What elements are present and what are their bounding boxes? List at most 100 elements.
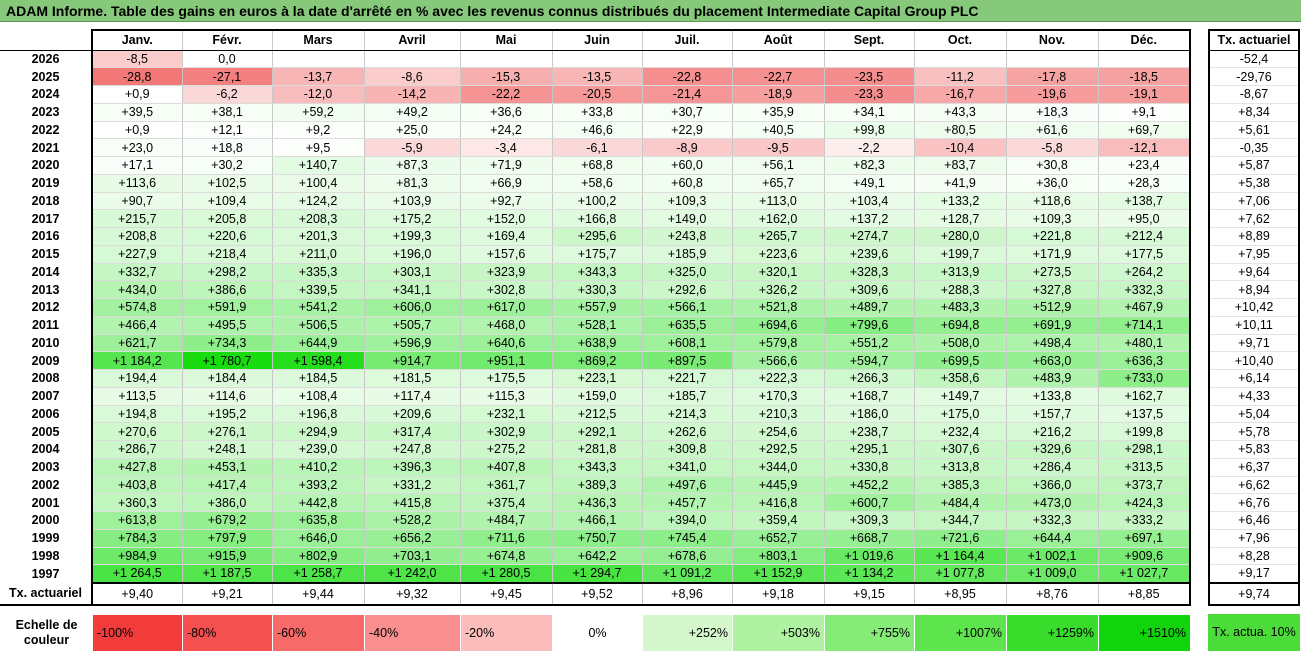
- summary-rate-cell: +8,95: [914, 582, 1007, 606]
- gain-cell: +621,7: [91, 334, 183, 353]
- gain-cell: -8,5: [91, 50, 183, 69]
- gain-cell: +343,3: [552, 458, 643, 477]
- actuarial-rate-cell: +8,34: [1208, 103, 1300, 122]
- actuarial-scale-label: Tx. actua. 10%: [1208, 614, 1300, 651]
- summary-row: Tx. actuariel +9,40 +9,21 +9,44 +9,32 +9,45 +9…: [0, 582, 1191, 606]
- gain-cell: +286,7: [91, 440, 183, 459]
- gain-cell: +512,9: [1006, 298, 1099, 317]
- gain-cell: +694,6: [732, 316, 825, 335]
- gain-cell: +83,7: [914, 156, 1007, 175]
- gain-cell: +869,2: [552, 351, 643, 370]
- gain-cell: +58,6: [552, 174, 643, 193]
- gain-cell: +694,8: [914, 316, 1007, 335]
- gain-cell: +403,8: [91, 476, 183, 495]
- gain-cell: +12,1: [182, 121, 273, 140]
- summary-rate-cell: +8,96: [642, 582, 733, 606]
- gain-cell: +49,1: [824, 174, 915, 193]
- gain-cell: +212,4: [1098, 227, 1191, 246]
- gain-cell: +196,8: [272, 405, 365, 424]
- gain-cell: +442,8: [272, 493, 365, 512]
- gain-cell: +909,6: [1098, 547, 1191, 566]
- gain-cell: +25,0: [364, 121, 461, 140]
- year-label: 2018: [31, 193, 60, 208]
- gain-cell: [732, 50, 825, 69]
- gain-cell: +30,2: [182, 156, 273, 175]
- gain-cell: +175,0: [914, 405, 1007, 424]
- gain-cell: -16,7: [914, 85, 1007, 104]
- gain-cell: +210,3: [732, 405, 825, 424]
- gain-cell: +434,0: [91, 280, 183, 299]
- actuarial-rate-cell: +5,38: [1208, 174, 1300, 193]
- table-row: 2007 +113,5 +114,6 +108,4 +117,4 +115,3 +159,0…: [0, 387, 1191, 406]
- month-header: Juin: [552, 29, 643, 51]
- gain-cell: +635,8: [272, 511, 365, 530]
- gain-cell: +108,4: [272, 387, 365, 406]
- table-row: 2011 +466,4 +495,5 +506,5 +505,7 +468,0 +528,1…: [0, 316, 1191, 335]
- gain-cell: +721,6: [914, 529, 1007, 548]
- summary-rate-cell: +9,52: [552, 582, 643, 606]
- gain-cell: +80,5: [914, 121, 1007, 140]
- gain-cell: +326,2: [732, 280, 825, 299]
- table-row: 2022 +0,9 +12,1 +9,2 +25,0 +24,2 +46,6 +22,9 +40…: [0, 121, 1191, 140]
- gain-cell: +41,9: [914, 174, 1007, 193]
- gain-cell: +1 187,5: [182, 564, 273, 584]
- year-label: 2020: [31, 158, 60, 173]
- gain-cell: +394,0: [642, 511, 733, 530]
- gain-cell: +0,9: [91, 85, 183, 104]
- gain-cell: +194,8: [91, 405, 183, 424]
- gain-cell: +711,6: [460, 529, 553, 548]
- month-header: Juil.: [642, 29, 733, 51]
- gain-cell: +1 009,0: [1006, 564, 1099, 584]
- gain-cell: +541,2: [272, 298, 365, 317]
- gain-cell: +33,8: [552, 103, 643, 122]
- gain-cell: +473,0: [1006, 493, 1099, 512]
- gain-cell: +566,6: [732, 351, 825, 370]
- gain-cell: +646,0: [272, 529, 365, 548]
- gain-cell: +239,6: [824, 245, 915, 264]
- gain-cell: +551,2: [824, 334, 915, 353]
- gain-cell: +750,7: [552, 529, 643, 548]
- gain-cell: +332,3: [1098, 280, 1191, 299]
- gain-cell: +24,2: [460, 121, 553, 140]
- gain-cell: +273,5: [1006, 263, 1099, 282]
- gain-cell: +162,7: [1098, 387, 1191, 406]
- gain-cell: +330,3: [552, 280, 643, 299]
- table-row: 2017 +215,7 +205,8 +208,3 +175,2 +152,0 +166,8…: [0, 209, 1191, 228]
- gain-cell: +221,8: [1006, 227, 1099, 246]
- table-row: 2026 -8,5 0,0: [0, 50, 1191, 69]
- gain-cell: +65,7: [732, 174, 825, 193]
- gain-cell: +445,9: [732, 476, 825, 495]
- gain-cell: [1006, 50, 1099, 69]
- actuarial-rate-cell: +9,71: [1208, 334, 1300, 353]
- actuarial-rate-cell: -29,76: [1208, 67, 1300, 86]
- gain-cell: +484,4: [914, 493, 1007, 512]
- gain-cell: +613,8: [91, 511, 183, 530]
- gain-cell: -11,2: [914, 67, 1007, 86]
- gain-cell: +280,0: [914, 227, 1007, 246]
- gain-cell: +195,2: [182, 405, 273, 424]
- gain-cell: +489,7: [824, 298, 915, 317]
- gain-cell: +330,8: [824, 458, 915, 477]
- gain-cell: +1 002,1: [1006, 547, 1099, 566]
- gain-cell: -8,6: [364, 67, 461, 86]
- month-header: Janv.: [91, 29, 183, 51]
- actuarial-rate-cell: +10,40: [1208, 351, 1300, 370]
- gain-cell: +679,2: [182, 511, 273, 530]
- gain-cell: +734,3: [182, 334, 273, 353]
- gain-cell: -5,9: [364, 138, 461, 157]
- year-label: 2024: [31, 87, 60, 102]
- gain-cell: +22,9: [642, 121, 733, 140]
- gain-cell: +60,0: [642, 156, 733, 175]
- table-row: 2023 +39,5 +38,1 +59,2 +49,2 +36,6 +33,8 +30,7 +…: [0, 103, 1191, 122]
- gain-cell: +205,8: [182, 209, 273, 228]
- gain-cell: +307,6: [914, 440, 1007, 459]
- gain-cell: +109,4: [182, 192, 273, 211]
- year-label: 1997: [31, 566, 60, 581]
- gain-cell: +117,4: [364, 387, 461, 406]
- gain-cell: +483,3: [914, 298, 1007, 317]
- gain-cell: +1 598,4: [272, 351, 365, 370]
- gain-cell: +663,0: [1006, 351, 1099, 370]
- gain-cell: +915,9: [182, 547, 273, 566]
- gain-cell: +327,8: [1006, 280, 1099, 299]
- gain-cell: +344,0: [732, 458, 825, 477]
